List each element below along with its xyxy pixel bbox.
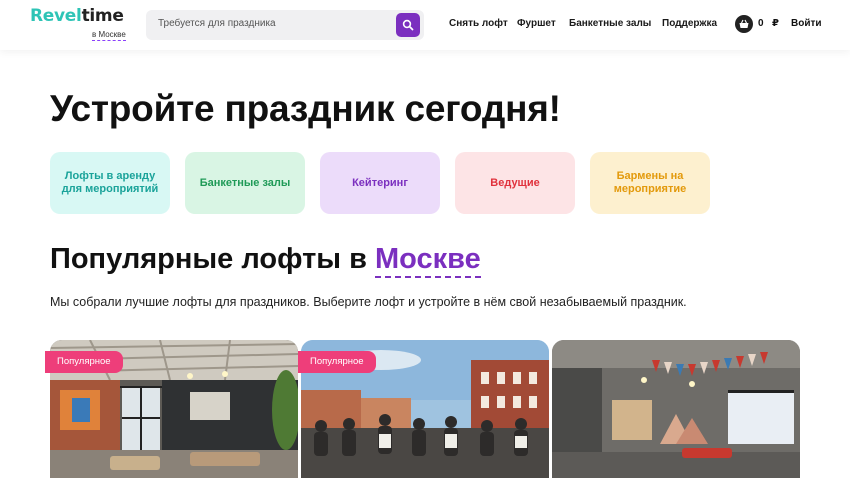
login-link[interactable]: Войти [791, 18, 822, 29]
search-input[interactable]: Требуется для праздника [158, 18, 276, 29]
search-button[interactable] [396, 13, 420, 37]
loft-photo [552, 340, 800, 478]
nav-buffet[interactable]: Фуршет [517, 18, 556, 29]
section-title: Популярные лофты в Москве [50, 243, 481, 278]
category-lofts[interactable]: Лофты в аренду для мероприятий [50, 152, 170, 214]
city-link[interactable]: Москве [375, 243, 481, 278]
section-description: Мы собрали лучшие лофты для праздников. … [50, 295, 687, 309]
popular-badge: Популярное [298, 351, 376, 373]
cart-button[interactable] [735, 15, 753, 33]
cart-currency: ₽ [772, 18, 779, 29]
popular-badge: Популярное [45, 351, 123, 373]
city-selector[interactable]: в Москве [92, 30, 126, 41]
category-catering[interactable]: Кейтеринг [320, 152, 440, 214]
category-bartenders[interactable]: Бармены на мероприятие [590, 152, 710, 214]
cart-count: 0 [758, 18, 764, 29]
category-banquet-halls[interactable]: Банкетные залы [185, 152, 305, 214]
logo[interactable]: Reveltime в Москве [30, 6, 130, 44]
basket-icon [735, 15, 753, 33]
nav-support[interactable]: Поддержка [662, 18, 717, 29]
site-header: Reveltime в Москве Требуется для праздни… [0, 0, 850, 50]
nav-banquet-halls[interactable]: Банкетные залы [569, 18, 651, 29]
page-title: Устройте праздник сегодня! [50, 88, 561, 129]
search-icon [402, 19, 414, 31]
search-bar: Требуется для праздника [146, 10, 424, 40]
nav-rent-loft[interactable]: Снять лофт [449, 18, 508, 29]
logo-text: Reveltime [30, 6, 124, 26]
category-hosts[interactable]: Ведущие [455, 152, 575, 214]
loft-card[interactable] [552, 340, 800, 478]
